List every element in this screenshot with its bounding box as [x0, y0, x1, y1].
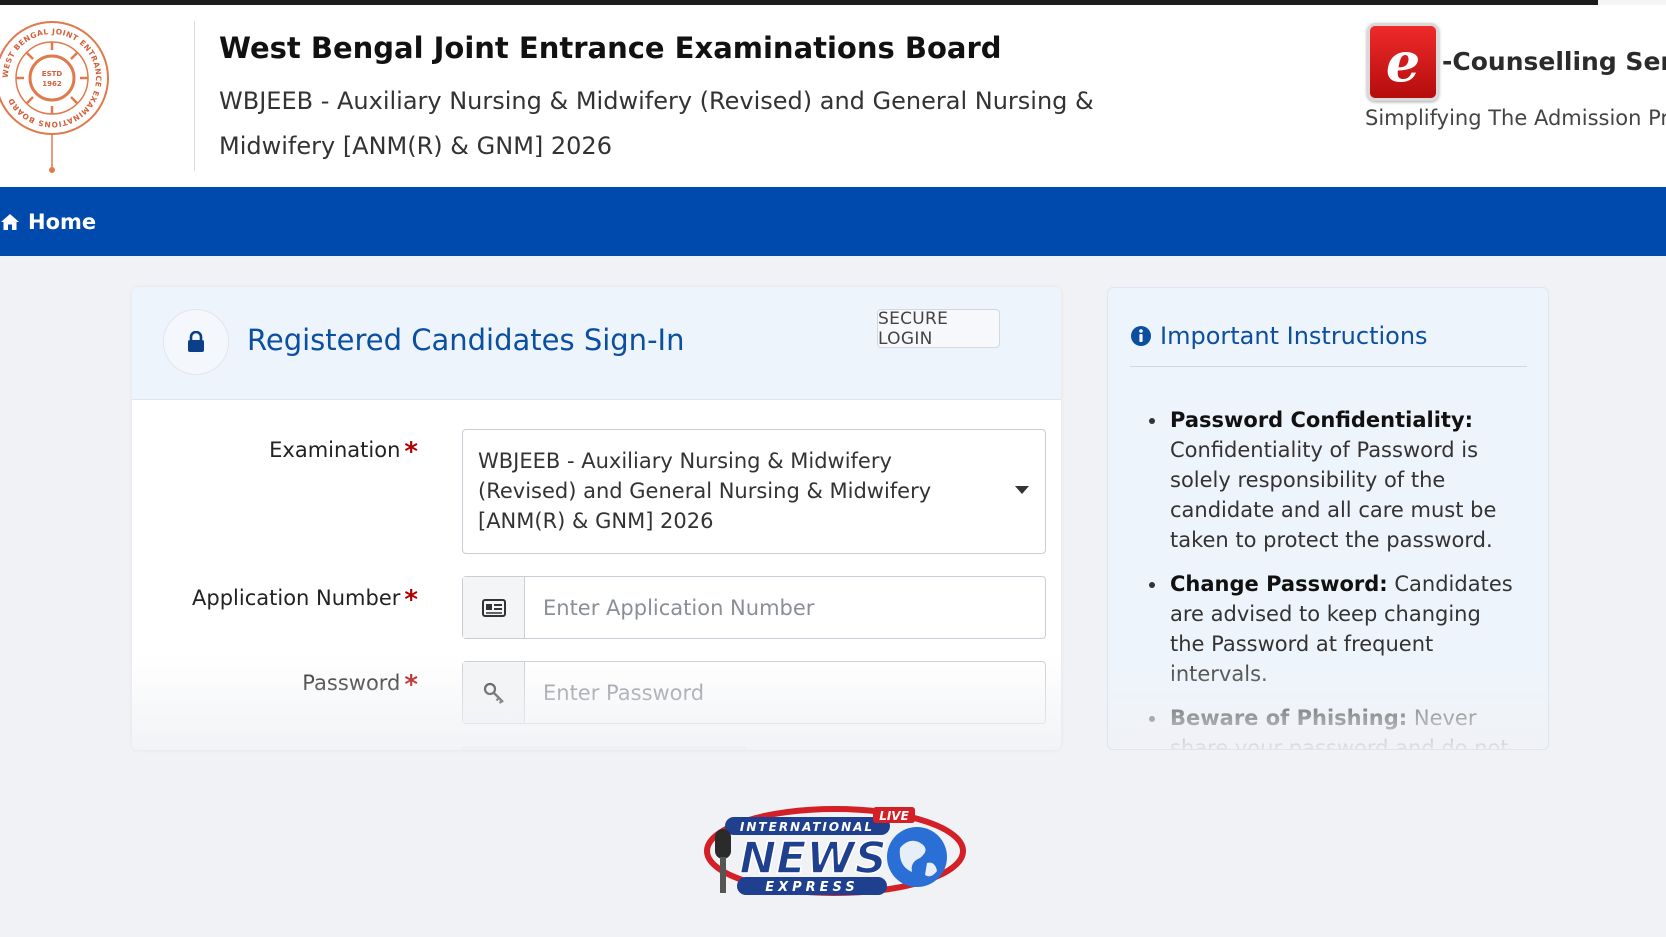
login-panel-header: Registered Candidates Sign-In SECURE LOG…: [132, 287, 1061, 400]
nav-home-label: Home: [28, 209, 97, 234]
ecounselling-label: -Counselling Service: [1442, 47, 1666, 76]
exam-subtitle: WBJEEB - Auxiliary Nursing & Midwifery (…: [219, 87, 1094, 160]
svg-text:LIVE: LIVE: [879, 809, 909, 823]
ecounselling-logo-letter: e: [1385, 30, 1421, 94]
ecounselling-logo: e: [1367, 23, 1439, 101]
lock-icon: [188, 331, 204, 352]
password-input[interactable]: [525, 662, 1045, 723]
info-icon: [1131, 326, 1151, 346]
instructions-panel: Important Instructions Password Confiden…: [1107, 287, 1549, 750]
instructions-title: Important Instructions: [1160, 322, 1428, 350]
instruction-heading: Change Password:: [1170, 572, 1388, 596]
instructions-list: Password Confidentiality: Confidentialit…: [1168, 405, 1518, 749]
lock-icon-badge: [163, 309, 229, 375]
list-item: Change Password: Candidates are advised …: [1168, 569, 1518, 689]
application-number-input[interactable]: [525, 577, 1045, 638]
application-number-group: [462, 576, 1046, 639]
instructions-heading: Important Instructions: [1130, 322, 1428, 350]
required-asterisk: *: [404, 670, 418, 700]
examination-selected-value: WBJEEB - Auxiliary Nursing & Midwifery (…: [478, 449, 932, 533]
instruction-text: Confidentiality of Password is solely re…: [1170, 438, 1497, 552]
instruction-heading: Beware of Phishing:: [1170, 706, 1408, 730]
header-divider: [194, 21, 195, 171]
home-icon: [0, 213, 20, 231]
required-asterisk: *: [404, 437, 418, 467]
board-title: West Bengal Joint Entrance Examinations …: [219, 31, 1002, 65]
login-title: Registered Candidates Sign-In: [247, 323, 685, 357]
nav-home-link[interactable]: Home: [0, 187, 96, 256]
svg-text:ESTD: ESTD: [42, 70, 63, 78]
international-news-express-logo: INTERNATIONAL LIVE NEWS EXPRESS: [704, 806, 966, 896]
password-label: Password: [302, 671, 401, 695]
svg-text:INTERNATIONAL: INTERNATIONAL: [740, 820, 874, 834]
instructions-divider: [1130, 366, 1527, 367]
secure-login-badge: SECURE LOGIN: [877, 309, 1000, 349]
site-header: WEST BENGAL JOINT ENTRANCE EXAMINATIONS …: [0, 5, 1666, 187]
instruction-heading: Password Confidentiality:: [1170, 408, 1474, 432]
svg-text:NEWS: NEWS: [739, 833, 886, 884]
list-item: Password Confidentiality: Confidentialit…: [1168, 405, 1518, 555]
svg-text:1962: 1962: [42, 80, 62, 88]
chevron-down-icon: [1015, 486, 1029, 494]
password-group: [462, 661, 1046, 724]
login-panel: Registered Candidates Sign-In SECURE LOG…: [132, 287, 1061, 750]
application-number-label: Application Number: [192, 586, 401, 610]
list-item: Beware of Phishing: Never share your pas…: [1168, 703, 1518, 749]
required-asterisk: *: [404, 585, 418, 615]
main-navbar: Home: [0, 187, 1666, 256]
key-icon: [463, 662, 525, 723]
examination-label: Examination: [269, 438, 401, 462]
id-card-icon: [463, 577, 525, 638]
sign-in-button[interactable]: [462, 746, 747, 750]
svg-text:EXPRESS: EXPRESS: [765, 880, 859, 895]
wbjeeb-emblem-logo: WEST BENGAL JOINT ENTRANCE EXAMINATIONS …: [0, 21, 109, 173]
ecounselling-tagline: Simplifying The Admission Proc: [1365, 106, 1666, 130]
examination-select[interactable]: WBJEEB - Auxiliary Nursing & Midwifery (…: [462, 429, 1046, 554]
